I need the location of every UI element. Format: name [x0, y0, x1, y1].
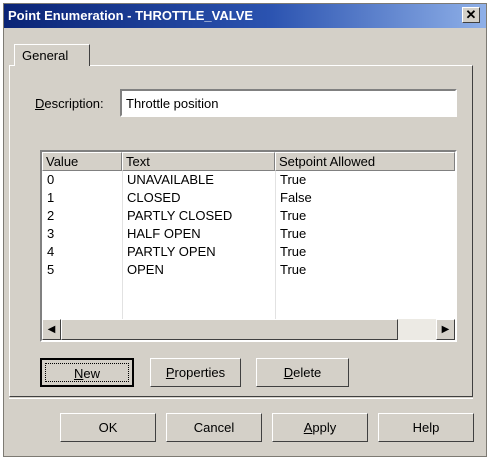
column-header-text[interactable]: Text: [122, 152, 275, 171]
cell-setpoint-allowed: False: [280, 190, 312, 205]
cell-value: 1: [47, 190, 55, 205]
cell-text: CLOSED: [127, 190, 181, 205]
close-icon: ✕: [465, 7, 477, 22]
cell-setpoint-allowed: True: [280, 262, 307, 277]
cell-text: OPEN: [127, 262, 164, 277]
cell-value: 5: [47, 262, 55, 277]
horizontal-scrollbar[interactable]: ◀ ▶: [42, 319, 455, 340]
arrow-right-icon: ▶: [441, 324, 450, 335]
arrow-left-icon: ◀: [47, 324, 56, 335]
cell-value: 0: [47, 172, 55, 187]
table-row[interactable]: 5 OPEN True: [42, 261, 455, 279]
delete-button-label-rest: elete: [293, 365, 322, 380]
table-row[interactable]: 0 UNAVAILABLE True: [42, 171, 455, 189]
apply-button-label-rest: pply: [312, 420, 337, 435]
cell-text: PARTLY OPEN: [127, 244, 216, 259]
divider: [9, 398, 473, 399]
enumeration-table: Value Text Setpoint Allowed 0 UNAVAILABLE…: [40, 150, 457, 342]
table-row[interactable]: 3 HALF OPEN True: [42, 225, 455, 243]
close-button[interactable]: ✕: [462, 7, 480, 23]
ok-button[interactable]: OK: [60, 413, 156, 442]
scroll-thumb[interactable]: [61, 319, 398, 340]
properties-button[interactable]: Properties: [150, 358, 241, 387]
cell-text: UNAVAILABLE: [127, 172, 214, 187]
cell-text: HALF OPEN: [127, 226, 201, 241]
cell-setpoint-allowed: True: [280, 208, 307, 223]
tab-general[interactable]: General: [14, 44, 90, 66]
table-header: Value Text Setpoint Allowed: [42, 152, 455, 171]
cell-setpoint-allowed: True: [280, 226, 307, 241]
description-input[interactable]: [120, 89, 457, 117]
cell-setpoint-allowed: True: [280, 244, 307, 259]
properties-button-mnemonic: P: [165, 365, 175, 380]
column-header-setpoint-allowed[interactable]: Setpoint Allowed: [275, 152, 455, 171]
scroll-left-button[interactable]: ◀: [42, 319, 61, 340]
table-row[interactable]: 1 CLOSED False: [42, 189, 455, 207]
cell-setpoint-allowed: True: [280, 172, 307, 187]
table-body: 0 UNAVAILABLE True 1 CLOSED False 2 PARTLY CLOS…: [42, 171, 455, 279]
table-row[interactable]: 4 PARTLY OPEN True: [42, 243, 455, 261]
properties-button-label-rest: roperties: [174, 365, 226, 380]
new-button[interactable]: New: [40, 358, 134, 387]
cell-value: 2: [47, 208, 55, 223]
column-header-value[interactable]: Value: [42, 152, 122, 171]
cell-value: 3: [47, 226, 55, 241]
cancel-button[interactable]: Cancel: [166, 413, 262, 442]
focus-rectangle: [45, 363, 129, 382]
apply-button[interactable]: Apply: [272, 413, 368, 442]
title-bar[interactable]: Point Enumeration - THROTTLE_VALVE ✕: [4, 4, 486, 28]
help-button[interactable]: Help: [378, 413, 474, 442]
description-label-rest: escription:: [44, 96, 104, 111]
delete-button[interactable]: Delete: [256, 358, 349, 387]
scroll-right-button[interactable]: ▶: [436, 319, 455, 340]
description-label: Description:: [35, 96, 104, 111]
window-title: Point Enumeration - THROTTLE_VALVE: [8, 8, 254, 23]
tab-general-label: General: [22, 48, 69, 63]
table-row[interactable]: 2 PARTLY CLOSED True: [42, 207, 455, 225]
delete-button-mnemonic: D: [283, 365, 294, 380]
cell-text: PARTLY CLOSED: [127, 208, 233, 223]
cell-value: 4: [47, 244, 55, 259]
